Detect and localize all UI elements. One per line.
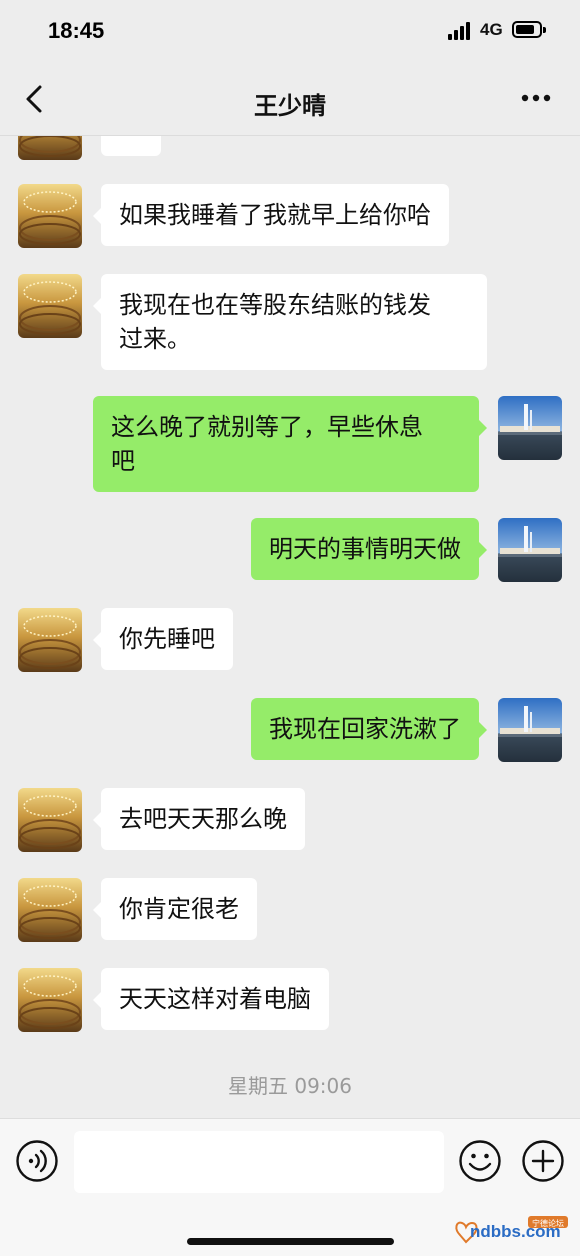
message-bubble[interactable]: 你先睡吧 — [93, 608, 233, 670]
avatar-contact[interactable] — [18, 788, 82, 852]
network-label: 4G — [480, 20, 503, 39]
avatar-contact[interactable] — [18, 136, 82, 160]
emoji-icon[interactable] — [458, 1139, 502, 1183]
input-bar: ndbbs.com 宁德论坛 — [0, 1118, 580, 1256]
status-bar: 18:45 4G — [0, 0, 580, 62]
message-bubble[interactable]: 如果我睡着了我就早上给你哈 — [93, 184, 449, 246]
avatar-contact[interactable] — [18, 608, 82, 672]
watermark-tag: 宁德论坛 — [532, 1218, 564, 1228]
more-dots-icon[interactable] — [520, 92, 552, 104]
watermark-logo: ndbbs.com 宁德论坛 — [455, 1216, 568, 1244]
message-bubble[interactable]: 明天的事情明天做 — [251, 518, 487, 580]
message-input[interactable] — [74, 1131, 444, 1193]
voice-icon[interactable] — [15, 1139, 59, 1183]
message-bubble[interactable]: 我现在回家洗漱了 — [251, 698, 487, 760]
battery-icon — [512, 21, 546, 38]
message-bubble[interactable]: 你肯定很老 — [93, 878, 257, 940]
avatar-contact[interactable] — [18, 274, 82, 338]
status-time: 18:45 — [48, 18, 105, 43]
avatar-self[interactable] — [498, 518, 562, 582]
plus-icon[interactable] — [521, 1139, 565, 1183]
message-bubble[interactable]: 天天这样对着电脑 — [93, 968, 329, 1030]
avatar-self[interactable] — [498, 698, 562, 762]
avatar-self[interactable] — [498, 396, 562, 460]
avatar-contact[interactable] — [18, 184, 82, 248]
chat-title: 王少晴 — [254, 92, 326, 120]
chat-header: 王少晴 — [0, 62, 580, 136]
chat-messages: … 如果我睡着了我就早上给你哈 我现在也在等股东结账的钱发 过来。 这么晚了就别… — [0, 136, 580, 1118]
message-bubble[interactable]: 这么晚了就别等了，早些休息 吧 — [93, 396, 487, 492]
signal-icon — [448, 22, 474, 40]
chat-timestamp: 星期五 09:06 — [228, 1074, 352, 1098]
message-bubble[interactable]: … — [101, 136, 161, 156]
avatar-contact[interactable] — [18, 878, 82, 942]
message-bubble[interactable]: 去吧天天那么晚 — [93, 788, 305, 850]
home-indicator — [187, 1238, 394, 1245]
avatar-contact[interactable] — [18, 968, 82, 1032]
message-bubble[interactable]: 我现在也在等股东结账的钱发 过来。 — [93, 274, 487, 370]
